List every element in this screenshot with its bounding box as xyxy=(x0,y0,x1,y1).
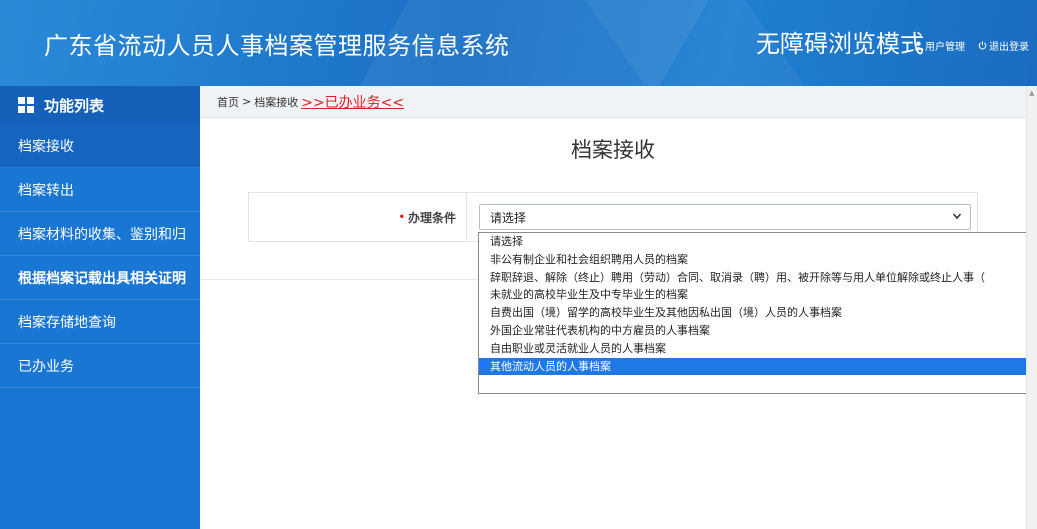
dropdown-option[interactable]: 自费出国（境）留学的高校毕业生及其他因私出国（境）人员的人事档案 xyxy=(479,304,1037,322)
sidebar-heading: 功能列表 xyxy=(0,86,200,124)
header-bar: 广东省流动人员人事档案管理服务信息系统 无障碍浏览模式 用户管理 退出登录 xyxy=(0,0,1037,86)
sidebar-item-label: 已办业务 xyxy=(18,358,74,375)
breadcrumb: 首页 > 档案接收 >>已办业务<< xyxy=(200,86,1026,118)
condition-select[interactable]: 请选择 xyxy=(479,204,971,230)
sidebar-item-storage-query[interactable]: 档案存储地查询 xyxy=(0,300,200,344)
user-management-link[interactable]: 用户管理 xyxy=(914,38,965,53)
logout-link[interactable]: 退出登录 xyxy=(978,38,1029,53)
dropdown-option[interactable]: 未就业的高校毕业生及中专毕业生的档案 xyxy=(479,286,1037,304)
sidebar-item-archive-receive[interactable]: 档案接收 xyxy=(0,124,200,168)
sidebar-item-material-collection[interactable]: 档案材料的收集、鉴别和归 xyxy=(0,212,200,256)
sidebar-item-label: 档案转出 xyxy=(18,182,74,199)
dropdown-option[interactable]: 辞职辞退、解除（终止）聘用（劳动）合同、取消录（聘）用、被开除等与用人单位解除或… xyxy=(479,269,1037,287)
logout-label: 退出登录 xyxy=(989,42,1029,53)
sidebar: 功能列表 档案接收 档案转出 档案材料的收集、鉴别和归 根据档案记载出具相关证明… xyxy=(0,86,200,529)
chevron-down-icon xyxy=(952,210,962,225)
vertical-scrollbar[interactable]: ▲ xyxy=(1026,86,1037,529)
user-icon xyxy=(914,41,923,50)
dropdown-option[interactable]: 请选择 xyxy=(479,233,1037,251)
grid-icon xyxy=(18,97,34,113)
required-mark: • xyxy=(398,211,405,223)
sidebar-item-label: 档案存储地查询 xyxy=(18,314,116,331)
sidebar-item-label: 档案接收 xyxy=(18,138,74,155)
breadcrumb-current: 档案接收 xyxy=(254,95,299,109)
condition-label: • 办理条件 xyxy=(249,193,467,241)
dropdown-option[interactable]: 自由职业或灵活就业人员的人事档案 xyxy=(479,340,1037,358)
breadcrumb-separator: > xyxy=(242,95,252,108)
sidebar-item-archive-transfer[interactable]: 档案转出 xyxy=(0,168,200,212)
accessible-mode-link[interactable]: 无障碍浏览模式 xyxy=(756,24,924,59)
sidebar-item-issue-certificate[interactable]: 根据档案记载出具相关证明 xyxy=(0,256,200,300)
condition-label-text: 办理条件 xyxy=(407,210,456,225)
user-management-label: 用户管理 xyxy=(925,42,965,53)
dropdown-option[interactable]: 外国企业常驻代表机构的中方雇员的人事档案 xyxy=(479,322,1037,340)
condition-dropdown-list: 请选择 非公有制企业和社会组织聘用人员的档案 辞职辞退、解除（终止）聘用（劳动）… xyxy=(478,232,1037,394)
page-title: 档案接收 xyxy=(571,138,655,162)
sidebar-item-completed[interactable]: 已办业务 xyxy=(0,344,200,388)
scroll-up-icon[interactable]: ▲ xyxy=(1029,89,1034,97)
sidebar-item-label: 档案材料的收集、鉴别和归 xyxy=(18,226,186,243)
breadcrumb-home[interactable]: 首页 xyxy=(217,94,239,110)
condition-select-value: 请选择 xyxy=(490,210,527,225)
sidebar-item-label: 根据档案记载出具相关证明 xyxy=(18,270,186,287)
completed-business-link[interactable]: >>已办业务<< xyxy=(301,92,404,112)
dropdown-option[interactable]: 非公有制企业和社会组织聘用人员的档案 xyxy=(479,251,1037,269)
power-icon xyxy=(978,41,987,50)
sidebar-heading-label: 功能列表 xyxy=(44,96,105,115)
app-title: 广东省流动人员人事档案管理服务信息系统 xyxy=(44,32,510,60)
dropdown-option-selected[interactable]: 其他流动人员的人事档案 xyxy=(479,357,1037,376)
